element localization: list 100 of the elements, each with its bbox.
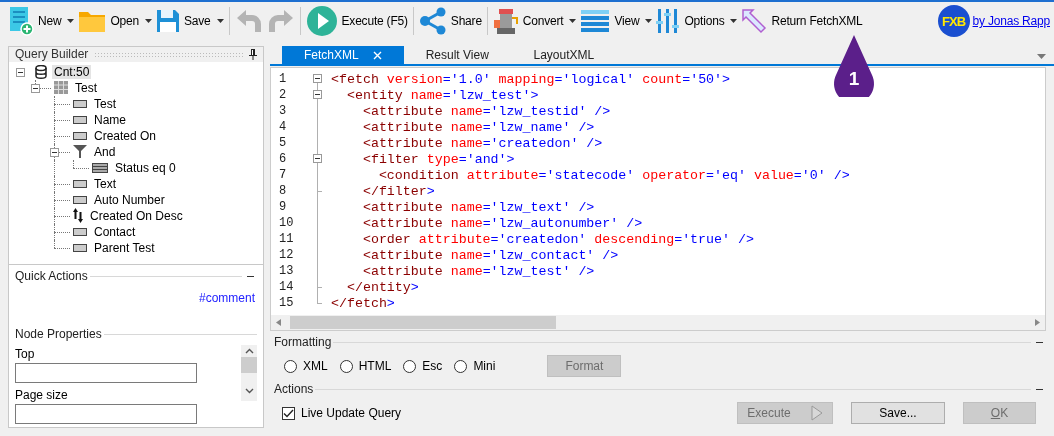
code-line: </entity> [345,279,419,295]
share-button[interactable]: Share [416,4,484,38]
save-button[interactable]: Save [153,4,226,38]
tree-node[interactable]: Contact [92,224,138,239]
action-button[interactable]: Save... [851,402,945,424]
line-number: 1 [278,72,288,86]
line-number: 14 [278,280,295,294]
line-number: 11 [278,232,295,246]
code-line: <attribute name='lzw_testid' /> [361,103,611,119]
line-number: 9 [278,200,288,214]
execute-button[interactable]: Execute (F5) [303,4,410,38]
list-icon [580,9,611,33]
database-icon [35,64,47,79]
caret-icon [144,19,152,23]
code-line: <attribute name='lzw_test' /> [361,263,595,279]
field-icon [73,99,87,108]
tab[interactable]: LayoutXML [510,46,617,64]
share-icon [418,7,447,35]
close-icon [372,50,382,60]
tree-node[interactable]: And [92,144,118,159]
scroll-down-icon[interactable] [244,388,254,394]
field-label: Page size [15,388,69,402]
play-icon [810,405,823,421]
code-line: <filter type='and'> [361,151,515,167]
scroll-left-icon[interactable] [276,319,281,326]
tree-node[interactable]: Test [73,80,99,95]
play-icon [305,5,338,37]
section-title: Node Properties [15,327,102,341]
condition-icon [92,162,108,173]
caret-icon [216,19,224,23]
tree-node[interactable]: Auto Number [92,192,167,207]
code-line: <attribute name='lzw_autonumber' /> [361,215,643,231]
arrow-icon [741,8,768,34]
comment-link[interactable]: #comment [198,291,255,305]
radio-option[interactable]: XML [284,359,328,373]
tree-node[interactable]: Name [92,112,128,127]
live-update-checkbox[interactable]: Live Update Query [282,406,402,420]
field-icon [73,115,87,124]
tree-node[interactable]: Test [92,96,118,111]
collapse-toggle[interactable] [16,67,25,77]
field-icon [73,243,87,252]
code-line: <attribute name='createdon' /> [361,135,603,151]
scroll-right-icon[interactable] [1035,319,1040,326]
radio-option[interactable]: Mini [454,359,496,373]
open-button[interactable]: Open [76,4,154,38]
tree-node[interactable]: Cnt:50 [52,64,92,79]
redo-icon [266,8,295,34]
grid-icon [54,81,68,95]
caret-icon [645,19,653,23]
author-link[interactable]: by Jonas Rapp [972,14,1050,28]
scrollbar[interactable] [241,345,257,401]
caret-icon [1037,54,1046,59]
scrollbar[interactable] [271,315,1045,330]
code-line: <fetch version='1.0' mapping='logical' count='50'> [331,71,731,87]
fold-toggle[interactable] [313,90,322,99]
line-number: 5 [278,136,288,150]
field-icon [73,195,87,204]
scroll-up-icon[interactable] [244,348,254,354]
caret-icon [569,19,577,23]
callout-badge: 1 [832,35,876,97]
document-add-icon [8,6,34,36]
caret-icon [67,19,75,23]
input-field[interactable] [15,404,197,424]
tab[interactable]: FetchXML [282,46,404,64]
return-fetchxml-button[interactable]: Return FetchXML [739,4,865,38]
field-icon [73,131,87,140]
pin-icon[interactable] [249,48,257,60]
tree-node[interactable]: Status eq 0 [113,160,178,175]
fold-toggle[interactable] [313,74,322,83]
tree-node[interactable]: Created On [92,128,159,143]
section-title: Actions [274,382,314,396]
field-icon [73,227,87,236]
options-button[interactable]: Options [654,4,740,38]
code-line: <condition attribute='statecode' operator='eq' value='0' /> [377,167,850,183]
fold-toggle[interactable] [313,154,322,163]
collapse-toggle[interactable] [50,147,59,157]
new-button[interactable]: New [6,4,77,38]
radio-option[interactable]: HTML [339,359,392,373]
line-number: 13 [278,264,295,278]
field-icon [73,179,87,188]
line-number: 3 [278,104,288,118]
section-title: Formatting [274,335,332,349]
collapse-toggle[interactable] [31,83,40,93]
code-line: <entity name='lzw_test'> [345,87,539,103]
line-number: 6 [278,152,288,166]
line-number: 2 [278,88,288,102]
convert-button[interactable]: Convert [490,4,579,38]
line-number: 10 [278,216,295,230]
radio-option[interactable]: Esc [403,359,443,373]
tree-node[interactable]: Created On Desc [88,208,185,223]
tree-node[interactable]: Text [92,176,118,191]
view-button[interactable]: View [578,4,655,38]
folder-icon [78,9,107,33]
line-number: 15 [278,296,295,310]
sliders-icon [656,7,681,35]
meat-grinder-icon [492,6,519,36]
tree-node[interactable]: Parent Test [92,240,157,255]
tab[interactable]: Result View [403,46,511,64]
input-field[interactable] [15,363,197,383]
checkmark-icon [283,408,294,418]
